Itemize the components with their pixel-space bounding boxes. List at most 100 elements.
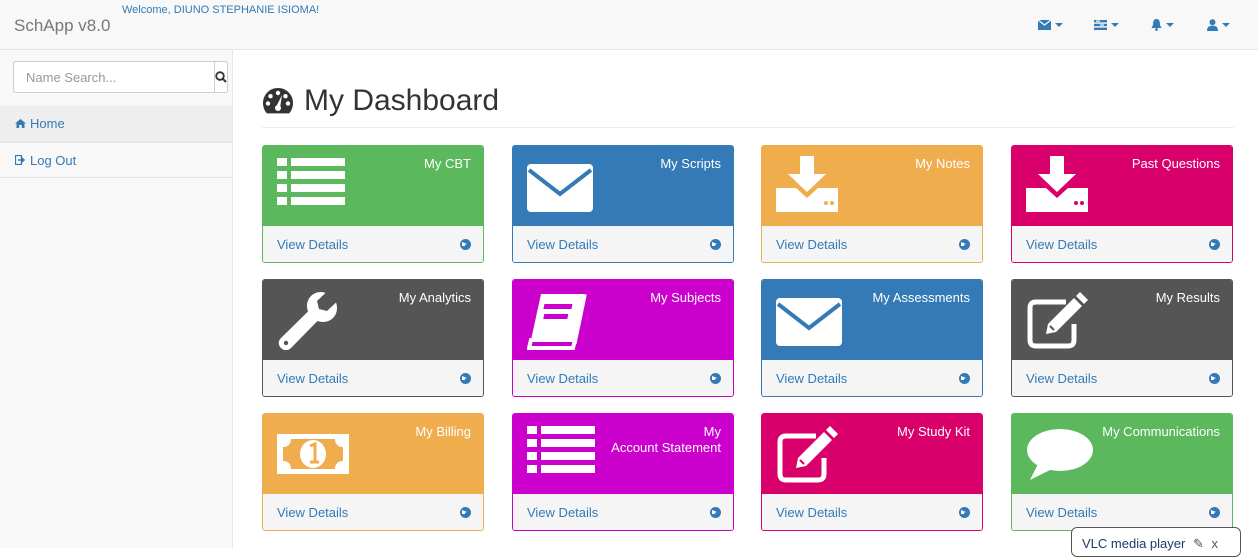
home-icon — [15, 119, 26, 128]
card-label: My Communications — [1102, 424, 1220, 439]
app-brand[interactable]: SchApp v8.0 — [14, 16, 110, 36]
arrow-circle-right-icon — [959, 507, 970, 518]
arrow-circle-right-icon — [1209, 239, 1220, 250]
view-details-label: View Details — [1026, 371, 1098, 386]
arrow-circle-right-icon — [460, 239, 471, 250]
view-details-label: View Details — [277, 371, 349, 386]
view-details-label: View Details — [527, 237, 599, 252]
card-label: My Assessments — [872, 290, 970, 305]
view-details-link[interactable]: View Details — [762, 226, 982, 262]
card-header: My Assessments — [762, 280, 982, 360]
card-my-study-kit: My Study Kit View Details — [761, 413, 983, 531]
edit-icon — [1027, 292, 1088, 349]
sign-out-icon — [15, 155, 26, 165]
view-details-link[interactable]: View Details — [762, 360, 982, 396]
view-details-link[interactable]: View Details — [263, 226, 483, 262]
card-my-assessments: My Assessments View Details — [761, 279, 983, 397]
money-icon — [277, 434, 349, 474]
view-details-label: View Details — [527, 371, 599, 386]
view-details-label: View Details — [776, 237, 848, 252]
welcome-message: Welcome, DIUNO STEPHANIE ISIOMA! — [122, 4, 320, 16]
view-details-link[interactable]: View Details — [1012, 360, 1232, 396]
view-details-link[interactable]: View Details — [263, 494, 483, 530]
view-details-link[interactable]: View Details — [1012, 226, 1232, 262]
card-my-account-statement: My Account Statement View Details — [512, 413, 734, 531]
caret-down-icon — [1165, 23, 1174, 27]
search-input[interactable] — [13, 61, 214, 93]
sidebar-search — [13, 61, 228, 93]
user-dropdown[interactable] — [1190, 19, 1246, 31]
card-header: My Account Statement — [513, 414, 733, 494]
list-icon — [527, 426, 595, 473]
card-my-billing: My Billing View Details — [262, 413, 484, 531]
view-details-label: View Details — [776, 505, 848, 520]
vlc-taskbar-tooltip[interactable]: VLC media player ✎ x — [1071, 527, 1241, 557]
list-icon — [277, 158, 345, 205]
card-label: My Study Kit — [897, 424, 970, 439]
card-past-questions: Past Questions View Details — [1011, 145, 1233, 263]
card-label: My Notes — [915, 156, 970, 171]
user-icon — [1206, 19, 1218, 31]
caret-down-icon — [1054, 23, 1063, 27]
book-icon — [527, 294, 587, 350]
view-details-link[interactable]: View Details — [263, 360, 483, 396]
edit-icon — [777, 426, 838, 483]
bell-icon — [1151, 19, 1161, 31]
card-label: My Results — [1155, 290, 1220, 305]
card-header: My Communications — [1012, 414, 1232, 494]
card-my-cbt: My CBT View Details — [262, 145, 484, 263]
view-details-label: View Details — [1026, 237, 1098, 252]
search-button[interactable] — [214, 61, 228, 93]
page-title-text: My Dashboard — [304, 84, 500, 117]
navbar-icons — [1022, 19, 1246, 31]
sidebar-item-label: Home — [30, 116, 65, 131]
sidebar-item-logout[interactable]: Log Out — [0, 142, 232, 178]
card-my-subjects: My Subjects View Details — [512, 279, 734, 397]
arrow-circle-right-icon — [959, 239, 970, 250]
card-header: My CBT — [263, 146, 483, 226]
card-header: My Subjects — [513, 280, 733, 360]
card-my-scripts: My Scripts View Details — [512, 145, 734, 263]
arrow-circle-right-icon — [1209, 507, 1220, 518]
view-details-link[interactable]: View Details — [762, 494, 982, 530]
tasks-dropdown[interactable] — [1078, 19, 1134, 31]
card-header: My Results — [1012, 280, 1232, 360]
card-header: My Study Kit — [762, 414, 982, 494]
search-icon — [215, 71, 227, 83]
view-details-label: View Details — [277, 505, 349, 520]
card-my-analytics: My Analytics View Details — [262, 279, 484, 397]
view-details-link[interactable]: View Details — [513, 226, 733, 262]
arrow-circle-right-icon — [710, 507, 721, 518]
card-label: My Account Statement — [611, 424, 721, 455]
close-button[interactable]: x — [1211, 536, 1218, 551]
page-title: My Dashboard — [262, 84, 499, 118]
card-my-notes: My Notes View Details — [761, 145, 983, 263]
card-header: My Billing — [263, 414, 483, 494]
download-icon — [1026, 156, 1088, 212]
caret-down-icon — [1110, 23, 1119, 27]
top-navbar: SchApp v8.0 Welcome, DIUNO STEPHANIE ISI… — [0, 0, 1258, 50]
sidebar-item-home[interactable]: Home — [0, 106, 232, 142]
card-header: My Scripts — [513, 146, 733, 226]
messages-dropdown[interactable] — [1022, 19, 1078, 31]
sidebar-item-label: Log Out — [30, 152, 77, 168]
tasks-icon — [1093, 20, 1107, 30]
envelope-icon — [776, 298, 842, 346]
alerts-dropdown[interactable] — [1134, 19, 1190, 31]
card-label: My Analytics — [398, 290, 471, 305]
card-label: My CBT — [424, 156, 471, 171]
card-label: My Subjects — [650, 290, 721, 305]
view-details-link[interactable]: View Details — [513, 360, 733, 396]
arrow-circle-right-icon — [710, 373, 721, 384]
envelope-icon — [527, 164, 593, 212]
comment-icon — [1027, 429, 1093, 480]
card-my-communications: My Communications View Details — [1011, 413, 1233, 531]
title-divider — [262, 127, 1234, 128]
card-header: My Notes — [762, 146, 982, 226]
card-label: My Scripts — [660, 156, 721, 171]
arrow-circle-right-icon — [710, 239, 721, 250]
view-details-link[interactable]: View Details — [513, 494, 733, 530]
view-details-link[interactable]: View Details — [1012, 494, 1232, 530]
arrow-circle-right-icon — [460, 507, 471, 518]
card-label: Past Questions — [1131, 156, 1220, 171]
